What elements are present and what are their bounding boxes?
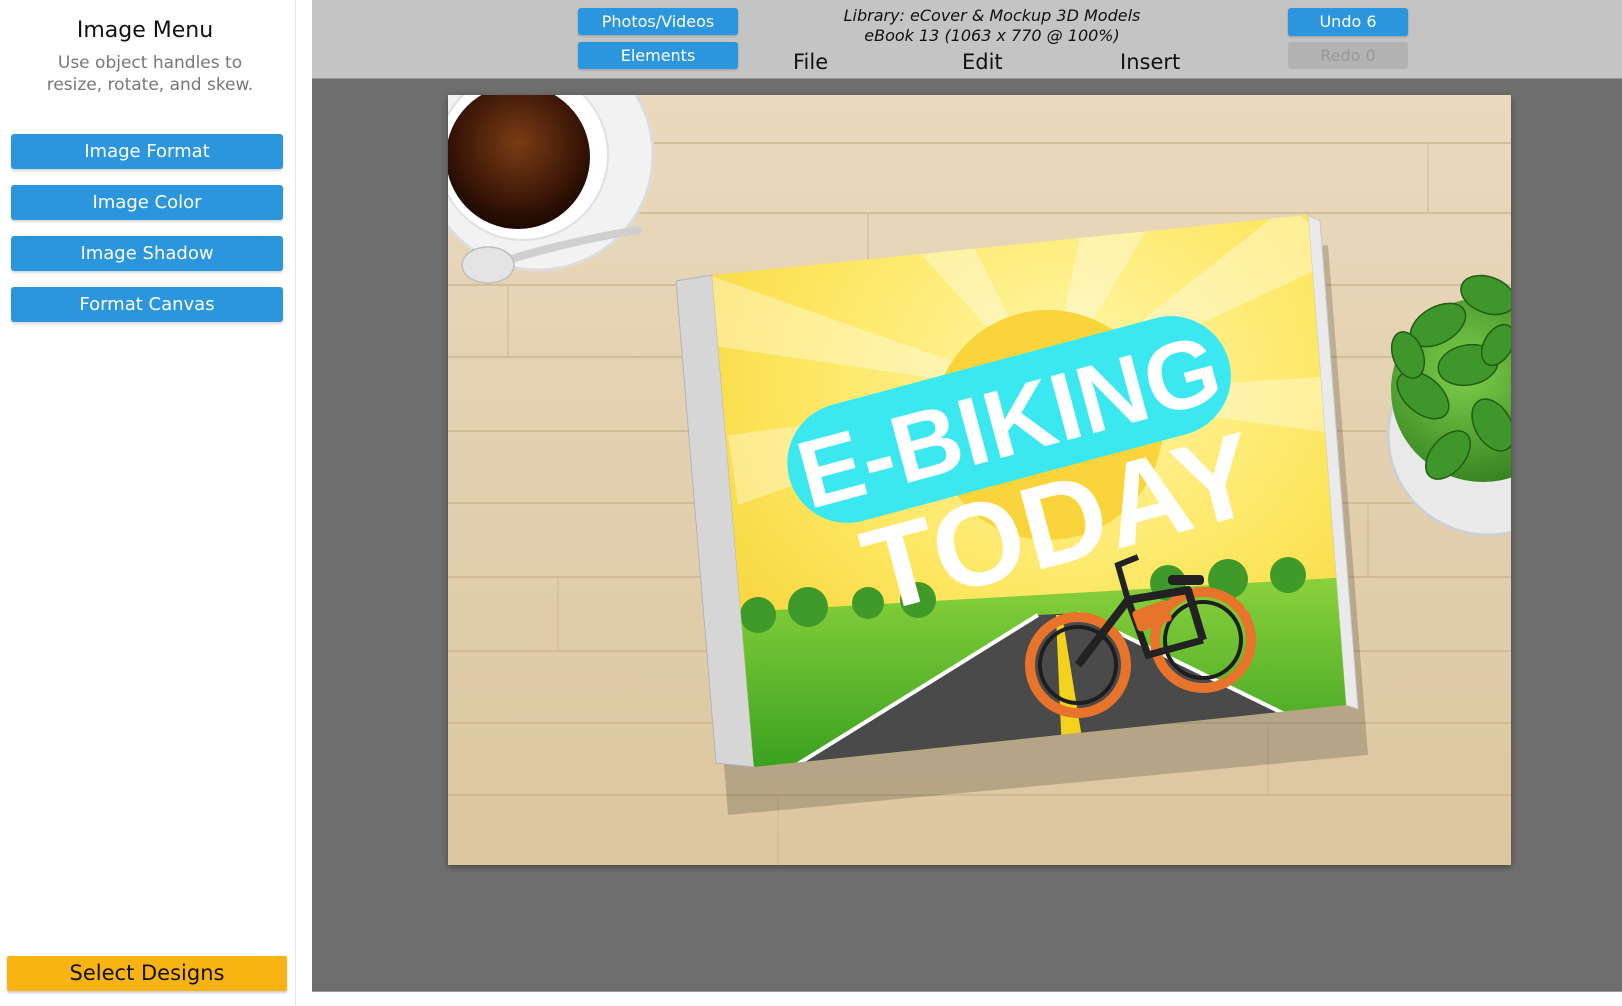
photos-videos-button[interactable]: Photos/Videos xyxy=(578,8,738,35)
image-color-button[interactable]: Image Color xyxy=(11,185,283,220)
bottom-scroll-strip xyxy=(312,991,1622,1006)
menu-insert[interactable]: Insert xyxy=(1120,50,1180,74)
design-canvas[interactable]: E-BIKING TODAY xyxy=(448,95,1511,865)
design-workspace: E-BIKING TODAY xyxy=(312,79,1622,991)
sidebar-description: Use object handles to resize, rotate, an… xyxy=(46,53,254,95)
image-menu-sidebar: Image Menu Use object handles to resize,… xyxy=(0,0,296,1006)
format-canvas-button[interactable]: Format Canvas xyxy=(11,287,283,322)
image-format-button[interactable]: Image Format xyxy=(11,134,283,169)
app-window: Image Menu Use object handles to resize,… xyxy=(0,0,1622,1006)
redo-button[interactable]: Redo 0 xyxy=(1288,42,1408,69)
sidebar-title: Image Menu xyxy=(76,18,214,43)
mockup-scene: E-BIKING TODAY xyxy=(448,95,1511,865)
library-name: Library: eCover & Mockup 3D Models xyxy=(843,6,1141,25)
select-designs-button[interactable]: Select Designs xyxy=(7,956,287,991)
library-info: Library: eCover & Mockup 3D Models eBook… xyxy=(812,6,1172,46)
menu-file[interactable]: File xyxy=(793,50,828,74)
menu-edit[interactable]: Edit xyxy=(962,50,1003,74)
elements-button[interactable]: Elements xyxy=(578,42,738,69)
undo-button[interactable]: Undo 6 xyxy=(1288,8,1408,36)
document-info: eBook 13 (1063 x 770 @ 100%) xyxy=(864,26,1120,45)
top-toolbar: Photos/Videos Elements Library: eCover &… xyxy=(312,0,1622,79)
image-shadow-button[interactable]: Image Shadow xyxy=(11,236,283,271)
